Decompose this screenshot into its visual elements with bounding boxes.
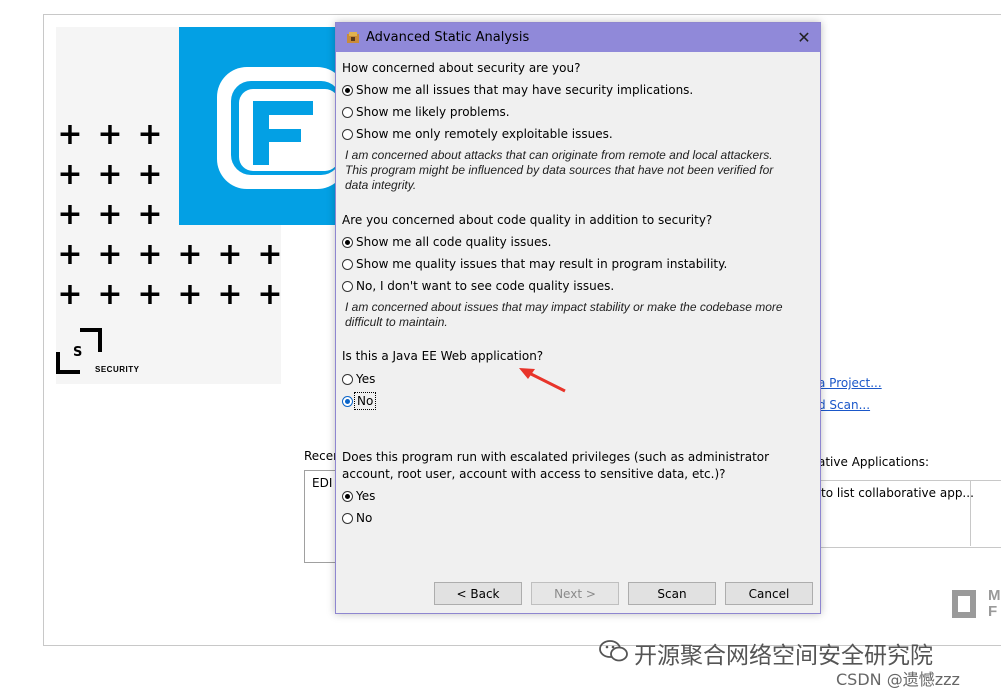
radio-indicator[interactable] <box>342 395 353 407</box>
radio-indicator[interactable] <box>342 280 353 292</box>
security-concern-note: I am concerned about attacks that can or… <box>345 148 774 192</box>
radio-label: Show me quality issues that may result i… <box>356 257 728 271</box>
next-button[interactable]: Next > <box>531 582 619 605</box>
radio-remotely-exploitable[interactable]: Show me only remotely exploitable issues… <box>342 127 613 141</box>
escalated-privileges-question-line1: Does this program run with escalated pri… <box>342 450 770 464</box>
radio-indicator[interactable] <box>342 373 353 385</box>
advanced-scan-link[interactable]: d Scan... <box>818 398 870 412</box>
security-logo-letter: S <box>73 345 82 360</box>
radio-instability-issues[interactable]: Show me quality issues that may result i… <box>342 257 727 271</box>
dialog-title: Advanced Static Analysis <box>366 30 530 45</box>
radio-likely-problems[interactable]: Show me likely problems. <box>342 105 510 119</box>
collaborative-apps-list[interactable]: to list collaborative app... <box>810 480 1001 548</box>
advanced-static-analysis-dialog: Advanced Static Analysis ✕ How concerned… <box>335 22 821 614</box>
code-quality-note: I am concerned about issues that may imp… <box>345 300 783 329</box>
list-divider <box>970 480 971 546</box>
collaborative-apps-label: ative Applications: <box>818 455 930 469</box>
radio-indicator[interactable] <box>342 258 353 270</box>
radio-label: No, I don't want to see code quality iss… <box>356 279 615 293</box>
radio-indicator[interactable] <box>342 490 353 502</box>
radio-indicator[interactable] <box>342 128 353 140</box>
radio-java-ee-no[interactable]: No <box>342 392 377 410</box>
fortify-app-icon <box>347 32 359 43</box>
fortify-f-icon <box>217 67 337 189</box>
radio-indicator[interactable] <box>342 512 353 524</box>
dialog-titlebar[interactable]: Advanced Static Analysis ✕ <box>336 23 820 52</box>
security-concern-question: How concerned about security are you? <box>342 61 581 75</box>
radio-label: No <box>356 511 373 525</box>
radio-no-code-quality[interactable]: No, I don't want to see code quality iss… <box>342 279 614 293</box>
radio-indicator[interactable] <box>342 106 353 118</box>
open-project-link[interactable]: a Project... <box>818 376 882 390</box>
radio-all-code-quality[interactable]: Show me all code quality issues. <box>342 235 551 249</box>
radio-label: Show me all issues that may have securit… <box>356 83 694 97</box>
radio-privileges-no[interactable]: No <box>342 511 372 525</box>
radio-indicator[interactable] <box>342 236 353 248</box>
annotation-arrow-icon <box>519 368 566 393</box>
collaborative-apps-hint: to list collaborative app... <box>821 486 974 500</box>
radio-indicator[interactable] <box>342 84 353 96</box>
radio-all-security-issues[interactable]: Show me all issues that may have securit… <box>342 83 693 97</box>
radio-label: Show me all code quality issues. <box>356 235 552 249</box>
watermark-text: 开源聚合网络空间安全研究院 <box>634 643 933 669</box>
close-icon: ✕ <box>797 28 811 47</box>
radio-label: Show me likely problems. <box>356 105 510 119</box>
back-button[interactable]: < Back <box>434 582 522 605</box>
radio-privileges-yes[interactable]: Yes <box>342 489 375 503</box>
security-label: SECURITY <box>95 365 140 374</box>
microfocus-logo-icon <box>952 590 976 618</box>
escalated-privileges-question-line2: account, root user, account with access … <box>342 467 726 481</box>
code-quality-question: Are you concerned about code quality in … <box>342 213 713 227</box>
close-button[interactable]: ✕ <box>788 24 820 51</box>
radio-label: No <box>353 392 377 410</box>
scan-button[interactable]: Scan <box>628 582 716 605</box>
radio-label: Yes <box>356 489 376 503</box>
microfocus-logo-text: M F <box>988 587 1001 620</box>
radio-label: Show me only remotely exploitable issues… <box>356 127 613 141</box>
recent-project-item[interactable]: EDI <box>312 476 332 490</box>
cancel-button[interactable]: Cancel <box>725 582 813 605</box>
wechat-icon <box>599 640 628 662</box>
fortify-logo <box>179 27 337 225</box>
recent-projects-label: Recer <box>304 449 339 463</box>
radio-label: Yes <box>356 372 376 386</box>
csdn-watermark: CSDN @遗憾zzz <box>836 670 960 689</box>
radio-java-ee-yes[interactable]: Yes <box>342 372 375 386</box>
java-ee-question: Is this a Java EE Web application? <box>342 349 544 363</box>
